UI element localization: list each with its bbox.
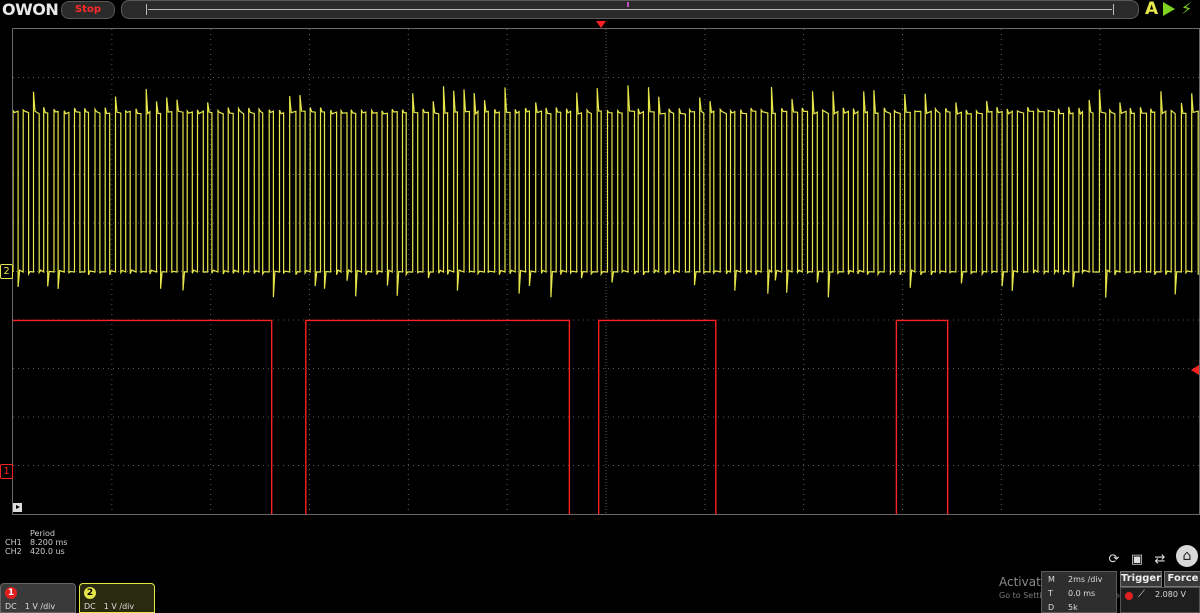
brand-logo: OWON [2,0,59,19]
ch1-offset-marker[interactable]: 1 [0,464,13,479]
ch2-tab[interactable]: 2 DC 1 V /div [79,583,155,613]
trigger-level-value: 2.080 V [1155,590,1186,599]
ch1-scale: 1 V /div [24,602,56,611]
trigger-source-icon [1125,592,1133,600]
export-icon[interactable]: ⇄ [1150,551,1170,569]
top-bar: OWON Stop A ⚡ [0,0,1200,20]
ch2-coupling: DC [84,602,96,611]
bolt-icon[interactable]: ⚡ [1181,0,1192,18]
timeline-right-bound [1113,4,1114,15]
trigger-level-marker[interactable] [1191,365,1199,375]
measurement-channel: CH2 [5,547,22,556]
save-icon[interactable]: ▣ [1127,551,1147,569]
trigger-button[interactable]: Trigger [1120,571,1162,587]
depth-value: 5k [1068,603,1078,612]
play-small-icon[interactable] [13,503,22,512]
trigger-level-panel[interactable]: ⟋ 2.080 V [1120,587,1200,613]
ch1-tab[interactable]: 1 DC 1 V /div [0,583,76,613]
measurement-value: 8.200 ms [30,538,68,547]
run-stop-button[interactable]: Stop [61,1,115,19]
rising-edge-icon: ⟋ [1138,589,1145,600]
offset-label: T [1048,589,1053,598]
run-icon[interactable] [1163,2,1175,16]
home-icon[interactable]: ⌂ [1176,545,1198,567]
horizontal-settings[interactable]: M 2ms /div T 0.0 ms D 5k [1041,571,1117,613]
offset-value: 0.0 ms [1068,589,1096,598]
measurement-value: 420.0 us [30,547,65,556]
ch2-settings: DC 1 V /div [84,602,142,611]
ch1-waveform [13,319,949,514]
ch1-settings: DC 1 V /div [5,602,63,611]
trigger-position-marker[interactable] [596,21,606,28]
ch1-coupling: DC [5,602,17,611]
ch2-offset-marker[interactable]: 2 [0,264,13,279]
waveform-display[interactable] [12,21,1200,515]
timeline-position-marker[interactable] [627,2,629,7]
timebase-label: M [1048,575,1055,584]
ch1-badge: 1 [5,587,17,599]
memory-timeline-bar[interactable] [121,0,1139,19]
autoset-icon[interactable]: A [1145,0,1158,18]
measurement-channel: CH1 [5,538,22,547]
force-button[interactable]: Force [1164,571,1200,587]
depth-label: D [1048,603,1055,612]
waveform-canvas [13,29,1199,514]
refresh-icon[interactable]: ⟳ [1104,551,1124,569]
measurement-title: Period [30,529,55,538]
ch2-badge: 2 [84,587,96,599]
timebase-value: 2ms /div [1068,575,1103,584]
ch2-scale: 1 V /div [103,602,135,611]
timeline-track [148,9,1112,10]
timeline-left-bound [146,4,147,15]
